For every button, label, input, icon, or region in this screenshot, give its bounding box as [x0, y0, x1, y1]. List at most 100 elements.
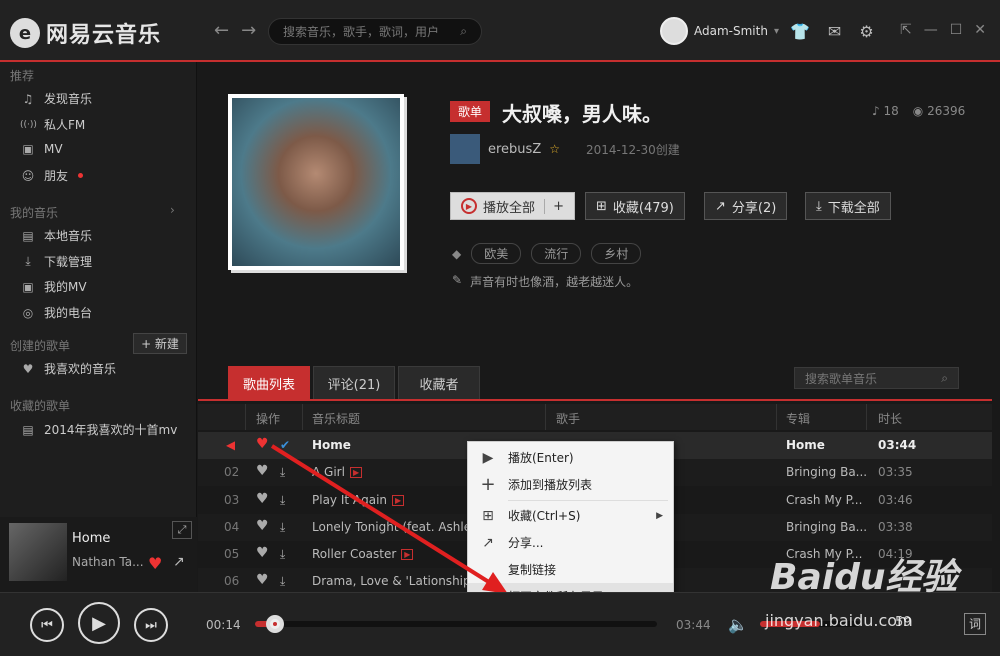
song-title: Home — [312, 438, 351, 452]
tag[interactable]: 欧美 — [471, 243, 522, 264]
menu-item-add-to-list[interactable]: + 添加到播放列表 — [468, 471, 673, 498]
share-icon[interactable]: ↗ — [173, 554, 185, 570]
sidebar-item-my-radio[interactable]: ◎ 我的电台 — [20, 304, 92, 321]
tags: ◆ 欧美 流行 乡村 — [452, 243, 642, 264]
sidebar-section-my-music: 我的音乐 — [10, 206, 59, 220]
header-title[interactable]: 音乐标题 — [312, 410, 360, 427]
song-search-input[interactable]: 搜索歌单音乐 ⌕ — [794, 367, 959, 389]
cover-image — [232, 98, 400, 266]
next-icon[interactable]: ⏭ — [134, 608, 168, 642]
column-divider — [776, 404, 777, 430]
app-logo[interactable]: e 网易云音乐 — [10, 17, 161, 49]
now-playing-cover[interactable] — [9, 523, 67, 581]
play-icon[interactable]: ▶ — [78, 602, 120, 644]
user-name[interactable]: Adam-Smith — [694, 24, 768, 38]
heart-icon[interactable]: ♥ — [256, 545, 269, 561]
sidebar-item-friends[interactable]: ☺ 朋友 — [20, 167, 84, 184]
song-album[interactable]: Bringing Ba... — [786, 520, 867, 534]
playing-icon: ◀ — [226, 438, 236, 452]
share-button[interactable]: ↗ 分享(2) — [704, 192, 788, 220]
sidebar-item-liked[interactable]: ♥ 我喜欢的音乐 — [20, 360, 116, 377]
header-artist[interactable]: 歌手 — [556, 410, 580, 427]
menu-item-play[interactable]: ▶ 播放(Enter) — [468, 444, 673, 471]
gear-icon[interactable]: ⚙ — [859, 22, 873, 41]
lyrics-button[interactable]: 词 — [964, 613, 986, 635]
heart-icon[interactable]: ♥ — [256, 572, 269, 588]
creator-name[interactable]: erebusZ — [488, 142, 541, 157]
menu-item-collect[interactable]: ⊞ 收藏(Ctrl+S) ▶ — [468, 502, 673, 529]
play-icon: ▶ — [461, 198, 477, 214]
expand-icon[interactable]: ⤢ — [172, 521, 192, 539]
creator-avatar[interactable] — [450, 134, 480, 164]
song-album[interactable]: Home — [786, 438, 825, 452]
download-icon[interactable]: ⤓ — [280, 465, 285, 480]
mail-icon[interactable]: ✉ — [828, 22, 841, 41]
header-album[interactable]: 专辑 — [786, 410, 810, 427]
progress-slider[interactable] — [255, 615, 657, 633]
mv-icon[interactable]: ▶ — [392, 495, 405, 506]
search-icon[interactable]: ⌕ — [941, 371, 948, 386]
tag[interactable]: 乡村 — [591, 243, 642, 264]
sidebar-item-downloads[interactable]: ⤓ 下载管理 — [20, 253, 92, 270]
search-icon[interactable]: ⌕ — [460, 24, 467, 39]
menu-item-label: 收藏(Ctrl+S) — [508, 509, 581, 523]
menu-item-share[interactable]: ↗ 分享... — [468, 529, 673, 556]
download-icon[interactable]: ⤓ — [280, 574, 285, 589]
download-all-button[interactable]: ⤓ 下载全部 — [805, 192, 891, 220]
now-playing[interactable]: Home Nathan Ta... ♥ ↗ ⤢ — [0, 517, 197, 592]
sidebar-item-local[interactable]: ▤ 本地音乐 — [20, 227, 92, 244]
tab-songs[interactable]: 歌曲列表 — [228, 366, 310, 400]
column-divider — [302, 404, 303, 430]
song-album[interactable]: Crash My P... — [786, 493, 862, 507]
heart-icon[interactable]: ♥ — [256, 436, 269, 452]
forward-arrow-icon[interactable]: → — [241, 20, 256, 41]
sidebar-item-mv[interactable]: ▣ MV — [20, 142, 62, 156]
volume-icon[interactable]: 🔈 — [728, 615, 748, 634]
sidebar-item-discover[interactable]: ♫ 发现音乐 — [20, 90, 92, 107]
now-playing-title: Home — [72, 531, 111, 546]
new-playlist-button[interactable]: + 新建 — [133, 333, 187, 354]
previous-icon[interactable]: ⏮ — [30, 608, 64, 642]
collect-button[interactable]: ⊞ 收藏(479) — [585, 192, 685, 220]
add-to-list-button[interactable]: + — [544, 198, 564, 214]
tab-comments[interactable]: 评论(21) — [313, 366, 395, 400]
song-album[interactable]: Bringing Ba... — [786, 465, 867, 479]
skin-icon[interactable]: 👕 — [790, 22, 810, 41]
search-input[interactable]: 搜索音乐，歌手，歌词，用户 ⌕ — [268, 18, 482, 45]
tag[interactable]: 流行 — [531, 243, 582, 264]
sidebar-item-collected-playlist[interactable]: ▤ 2014年我喜欢的十首mv — [20, 421, 177, 438]
notification-dot — [78, 173, 84, 178]
heart-icon[interactable]: ♥ — [256, 491, 269, 507]
playlist-cover — [222, 88, 412, 278]
download-icon[interactable]: ⤓ — [280, 520, 285, 535]
mv-icon[interactable]: ▶ — [349, 467, 363, 478]
sidebar-item-label: 我的电台 — [44, 306, 93, 320]
chevron-down-icon[interactable]: ▾ — [774, 26, 779, 37]
heart-icon[interactable]: ♥ — [256, 463, 269, 479]
song-duration: 03:38 — [878, 520, 913, 534]
avatar[interactable] — [660, 17, 688, 45]
user-menu[interactable]: Adam-Smith ▾ — [660, 17, 779, 45]
tab-subscribers[interactable]: 收藏者 — [398, 366, 480, 400]
chevron-right-icon[interactable]: › — [170, 203, 175, 217]
maximize-icon[interactable]: ☐ — [950, 22, 963, 38]
download-icon[interactable]: ⤓ — [280, 547, 285, 562]
music-note-icon: ♫ — [22, 91, 34, 106]
window-controls: ⇱ — ☐ ✕ — [900, 22, 986, 38]
close-icon[interactable]: ✕ — [974, 22, 986, 38]
sidebar-item-fm[interactable]: ((·)) 私人FM — [20, 116, 85, 133]
created-date: 2014-12-30创建 — [586, 142, 680, 157]
mv-icon[interactable]: ▶ — [401, 549, 414, 560]
download-icon[interactable]: ⤓ — [280, 493, 285, 508]
tag-icon: ◆ — [452, 246, 462, 261]
progress-knob[interactable] — [266, 615, 285, 633]
minimize-icon[interactable]: — — [924, 22, 938, 38]
heart-icon[interactable]: ♥ — [256, 518, 269, 534]
play-all-button[interactable]: ▶ 播放全部 + — [450, 192, 575, 220]
heart-icon[interactable]: ♥ — [148, 554, 162, 573]
menu-item-copy-link[interactable]: 复制链接 — [468, 556, 673, 583]
header-duration[interactable]: 时长 — [878, 410, 902, 427]
sidebar-item-my-mv[interactable]: ▣ 我的MV — [20, 278, 86, 295]
back-arrow-icon[interactable]: ← — [214, 20, 229, 41]
mini-mode-icon[interactable]: ⇱ — [900, 22, 912, 38]
